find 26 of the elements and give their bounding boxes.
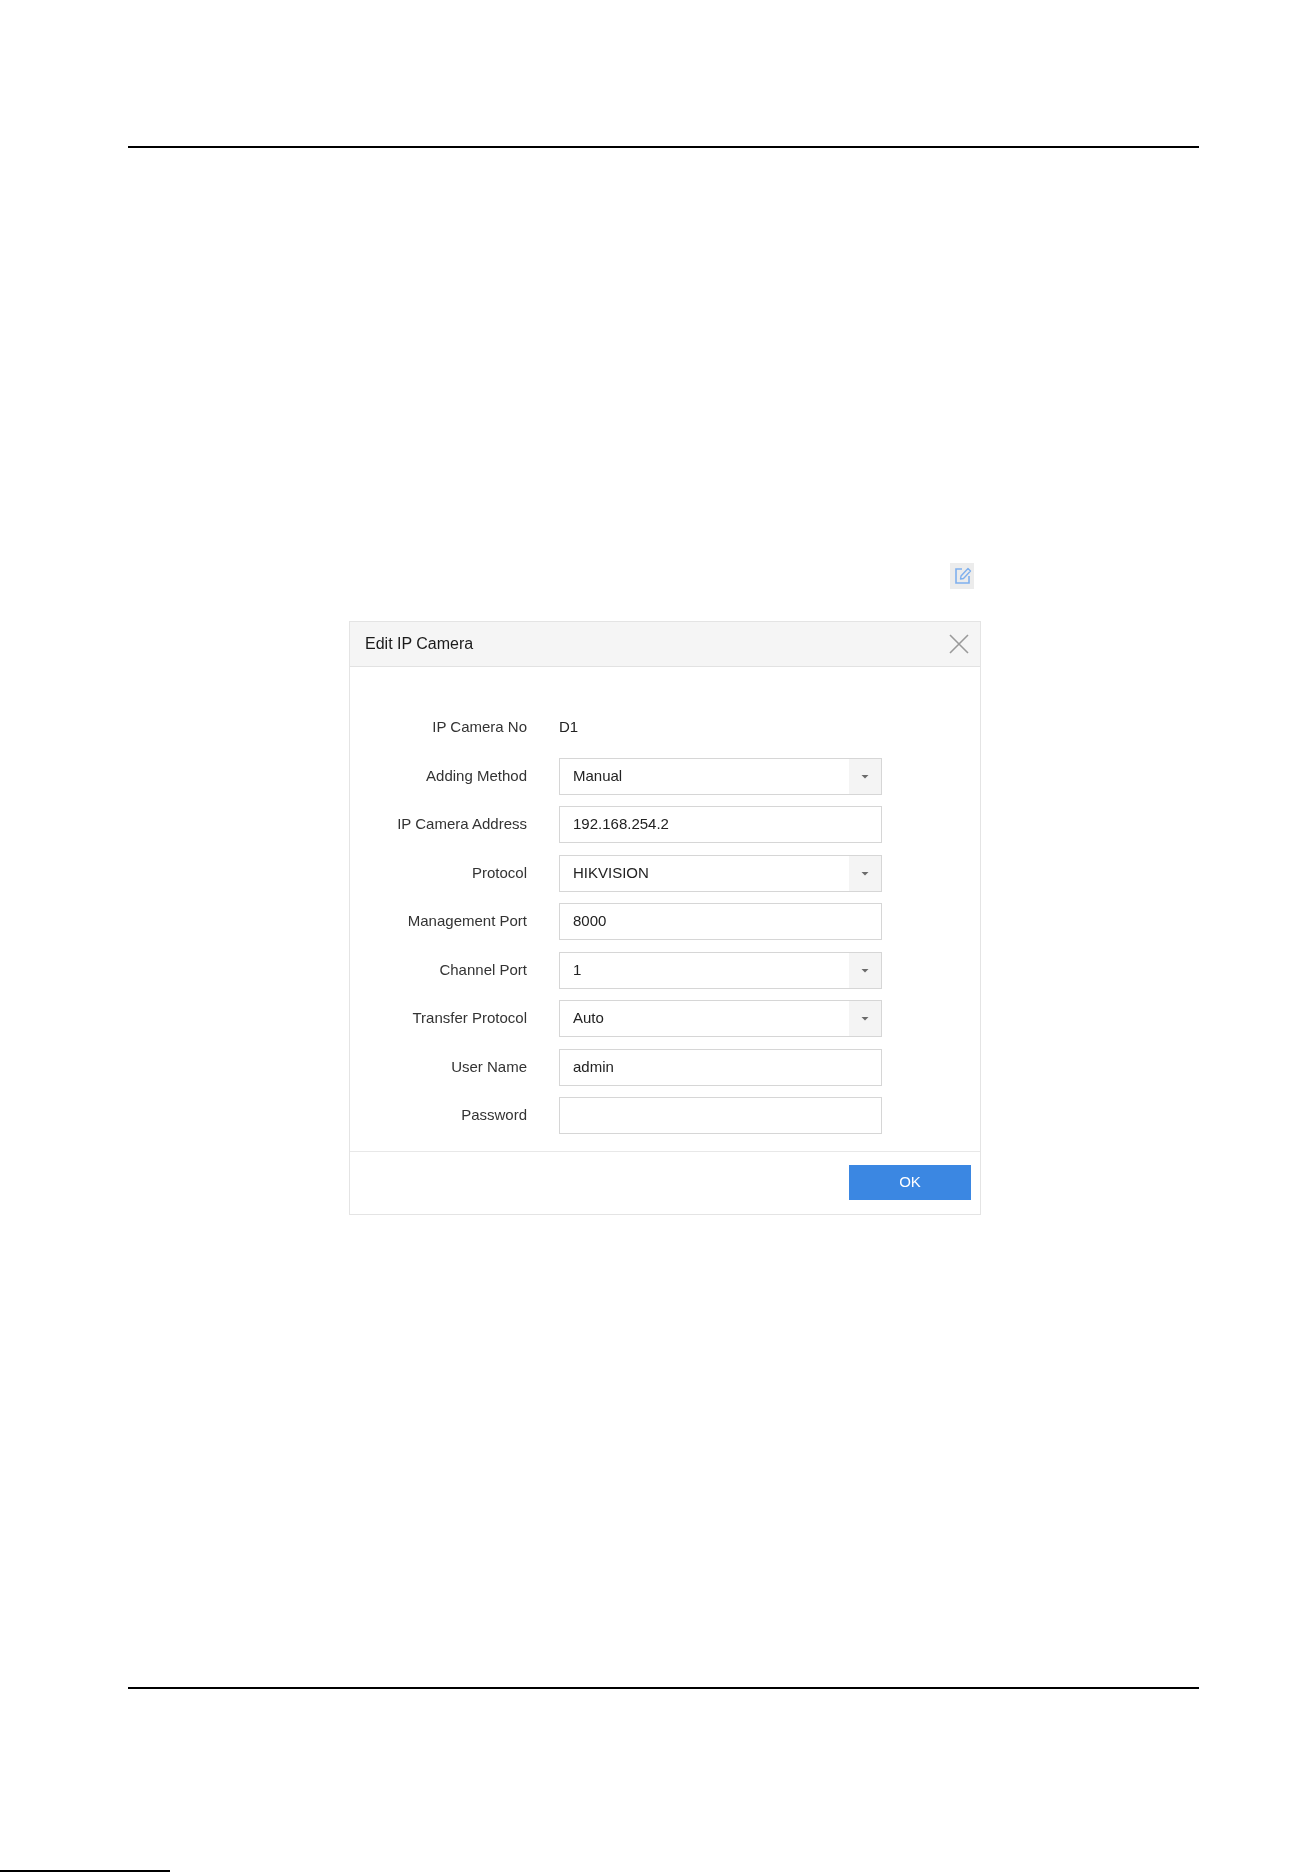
dialog-title: Edit IP Camera: [365, 634, 474, 654]
field-label: Channel Port: [438, 959, 527, 980]
field-label: Transfer Protocol: [411, 1008, 527, 1029]
value-text: D1: [559, 717, 579, 738]
field-label: Management Port: [406, 911, 527, 932]
caret-icon[interactable]: [849, 758, 881, 794]
input-field[interactable]: 8000: [559, 903, 882, 940]
field-label: Adding Method: [425, 765, 527, 786]
dropdown-field[interactable]: Manual: [559, 757, 882, 795]
dropdown-field[interactable]: 1: [559, 951, 882, 989]
caret-icon[interactable]: [849, 1001, 881, 1036]
close-icon[interactable]: [949, 634, 969, 654]
caret-icon[interactable]: [849, 952, 881, 988]
ok-button[interactable]: OK: [849, 1165, 971, 1200]
dropdown-field[interactable]: Auto: [559, 1000, 882, 1037]
field-label: User Name: [450, 1056, 527, 1077]
field-label: Password: [460, 1105, 527, 1126]
edit-icon[interactable]: [950, 563, 974, 589]
input-field[interactable]: [559, 1097, 882, 1134]
field-label: IP Camera Address: [396, 814, 527, 835]
input-field[interactable]: admin: [559, 1048, 882, 1086]
caret-icon[interactable]: [849, 855, 881, 891]
field-label: Protocol: [470, 862, 527, 883]
field-label: IP Camera No: [431, 717, 527, 738]
input-field[interactable]: 192.168.254.2: [559, 806, 882, 843]
dropdown-field[interactable]: HIKVISION: [559, 854, 882, 892]
